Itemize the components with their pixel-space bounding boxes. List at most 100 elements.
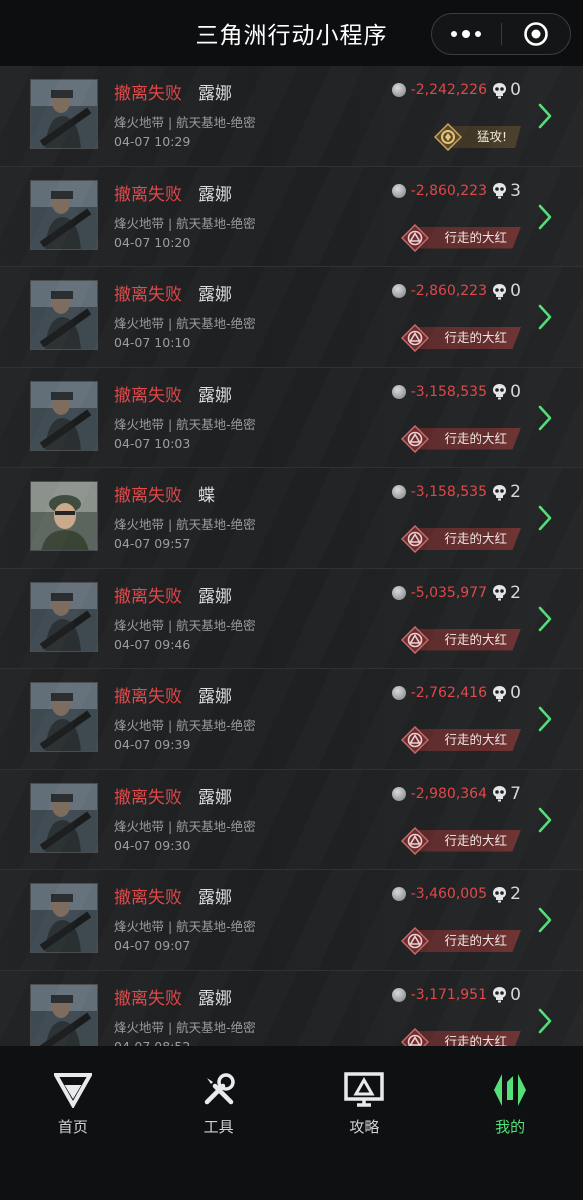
value-text: -2,860,223: [410, 182, 487, 199]
red-item-badge-icon: [400, 323, 430, 353]
achievement-badge: 行走的大红: [400, 927, 521, 955]
chevron-right-icon[interactable]: [537, 504, 553, 532]
value-text: -3,460,005: [410, 886, 487, 902]
red-item-badge-icon: [400, 424, 430, 454]
tab-guide[interactable]: 攻略: [292, 1046, 438, 1200]
value-change: -3,460,005: [391, 886, 487, 902]
chevron-right-icon[interactable]: [537, 705, 553, 733]
operator-avatar: [30, 682, 98, 752]
map-info: 烽火地带 | 航天基地-绝密: [114, 718, 256, 733]
skull-icon: [493, 82, 507, 98]
tab-label: 首页: [57, 1118, 88, 1136]
chevron-right-icon[interactable]: [537, 203, 553, 231]
match-time: 04-07 09:30: [114, 837, 191, 853]
kill-count-text: 2: [510, 482, 521, 502]
red-item-badge-icon: [400, 725, 430, 755]
match-record-row[interactable]: 撤离失败 露娜 烽火地带 | 航天基地-绝密 04-07 09:30 -2,980,36…: [0, 769, 583, 870]
value-change: -2,860,223: [391, 283, 487, 299]
chevron-right-icon[interactable]: [537, 806, 553, 834]
kill-count-text: 0: [510, 281, 521, 301]
skull-icon: [493, 786, 507, 802]
value-change: -5,035,977: [391, 584, 487, 601]
coin-icon: [391, 384, 406, 399]
match-record-row[interactable]: 撤离失败 露娜 烽火地带 | 航天基地-绝密 04-07 10:10 -2,860,22…: [0, 267, 583, 368]
miniprogram-capsule: [431, 13, 571, 55]
tab-home[interactable]: 首页: [0, 1046, 146, 1200]
skull-icon: [493, 283, 507, 299]
value-change: -3,158,535: [391, 383, 487, 400]
value-text: -5,035,977: [410, 584, 487, 601]
value-change: -2,762,416: [391, 685, 487, 701]
operator-avatar: [30, 380, 98, 451]
red-item-badge-icon: [400, 223, 430, 253]
map-info: 烽火地带 | 航天基地-绝密: [114, 115, 256, 130]
app-header: 三角洲行动小程序: [0, 0, 583, 66]
coin-icon: [391, 485, 406, 499]
chevron-right-icon[interactable]: [537, 102, 553, 130]
chevron-right-icon[interactable]: [537, 404, 553, 432]
value-change: -2,242,226: [391, 82, 487, 98]
match-record-row[interactable]: 撤离失败 露娜 烽火地带 | 航天基地-绝密 04-07 10:03 -3,158,53…: [0, 367, 583, 468]
map-info: 烽火地带 | 航天基地-绝密: [114, 818, 256, 834]
coin-icon: [391, 585, 406, 600]
achievement-badge: 行走的大红: [400, 525, 521, 553]
achievement-badge: 行走的大红: [400, 424, 521, 454]
tab-mine[interactable]: 我的: [437, 1046, 583, 1200]
kill-count: 0: [492, 683, 521, 703]
extraction-status: 撤离失败: [114, 586, 182, 607]
extraction-status: 撤离失败: [114, 84, 182, 104]
chevron-right-icon[interactable]: [537, 906, 553, 934]
match-record-row[interactable]: 撤离失败 露娜 烽火地带 | 航天基地-绝密 04-07 09:46 -5,035,97…: [0, 568, 583, 669]
map-info: 烽火地带 | 航天基地-绝密: [114, 316, 256, 331]
value-text: -2,860,223: [410, 283, 487, 299]
skull-icon: [493, 685, 507, 701]
match-record-row[interactable]: 撤离失败蝶烽火地带 | 航天基地-绝密 04-07 09:57 -3,158,535…: [0, 468, 583, 569]
chevron-right-icon[interactable]: [537, 605, 553, 633]
kill-count-text: 2: [510, 582, 521, 603]
match-record-row[interactable]: 撤离失败 露娜 烽火地带 | 航天基地-绝密 04-07 08:52 -3,171,95…: [0, 970, 583, 1046]
map-info: 烽火地带 | 航天基地-绝密: [114, 617, 256, 633]
match-time: 04-07 10:10: [114, 335, 191, 350]
match-time: 04-07 10:20: [114, 234, 191, 250]
chevron-right-icon[interactable]: [537, 303, 553, 331]
close-miniprogram-icon[interactable]: [502, 21, 571, 47]
operator-avatar: [30, 983, 98, 1046]
coin-icon: [391, 887, 406, 901]
match-record-row[interactable]: 撤离失败 露娜 烽火地带 | 航天基地-绝密 04-07 10:20 -2,860,22…: [0, 166, 583, 267]
map-info: 烽火地带 | 航天基地-绝密: [114, 919, 256, 934]
chevron-right-icon[interactable]: [537, 1007, 553, 1035]
red-item-badge-icon: [400, 1027, 430, 1046]
logo-icon: [53, 1070, 93, 1110]
kill-count-text: 0: [510, 683, 521, 703]
value-text: -2,980,364: [410, 785, 487, 802]
coin-icon: [391, 987, 406, 1002]
kill-count: 0: [492, 80, 521, 100]
operator-avatar: [30, 883, 98, 953]
kill-count-text: 0: [510, 984, 521, 1005]
bottom-tab-bar: 首页 工具 攻略 我的: [0, 1046, 583, 1200]
profile-icon: [490, 1070, 530, 1110]
match-record-row[interactable]: 撤离失败 露娜烽火地带 | 航天基地-绝密 04-07 10:29 -2,242,22…: [0, 66, 583, 167]
operator-name: 露娜: [198, 84, 232, 104]
coin-icon: [391, 183, 406, 198]
match-record-row[interactable]: 撤离失败 露娜 烽火地带 | 航天基地-绝密 04-07 09:39 -2,762,41…: [0, 669, 583, 770]
value-text: -3,158,535: [410, 383, 487, 400]
operator-name: 露娜: [198, 988, 232, 1009]
kill-count: 0: [492, 382, 521, 402]
match-time: 04-07 09:57: [114, 536, 191, 551]
match-record-row[interactable]: 撤离失败 露娜 烽火地带 | 航天基地-绝密 04-07 09:07 -3,460,00…: [0, 870, 583, 971]
extraction-status: 撤离失败: [114, 486, 182, 506]
match-time: 04-07 10:29: [114, 134, 191, 149]
tab-tools[interactable]: 工具: [146, 1046, 292, 1200]
map-info: 烽火地带 | 航天基地-绝密: [114, 517, 256, 532]
value-text: -3,171,951: [410, 986, 487, 1003]
guide-icon: [344, 1070, 385, 1110]
more-menu-icon[interactable]: [432, 30, 501, 38]
match-time: 04-07 09:07: [114, 938, 191, 953]
coin-icon: [391, 786, 406, 801]
achievement-badge: 行走的大红: [400, 826, 521, 855]
operator-name: 蝶: [198, 486, 215, 506]
value-change: -2,980,364: [391, 785, 487, 802]
match-time: 04-07 09:39: [114, 737, 191, 752]
kill-count-text: 0: [510, 381, 521, 402]
